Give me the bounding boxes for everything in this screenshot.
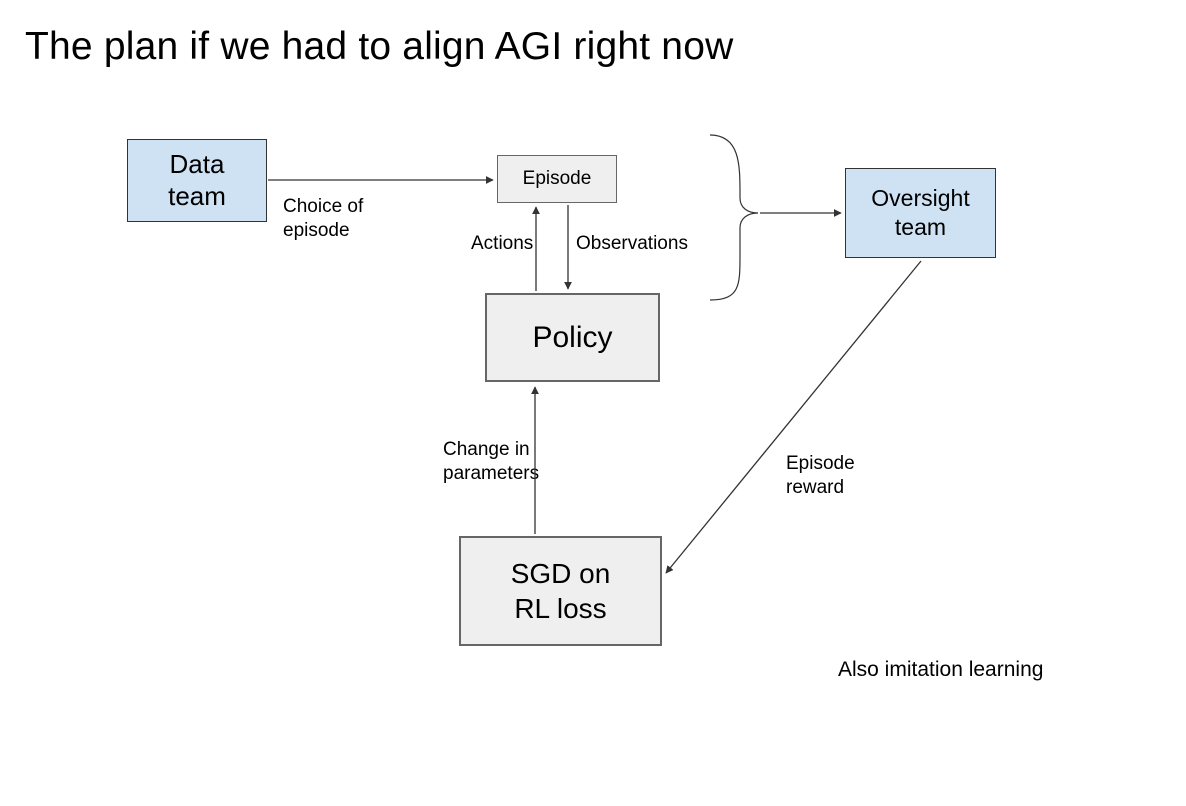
- box-data-team: Data team: [127, 139, 267, 222]
- footnote-imitation: Also imitation learning: [838, 658, 1043, 682]
- diagram-stage: The plan if we had to align AGI right no…: [0, 0, 1186, 806]
- slide-title: The plan if we had to align AGI right no…: [25, 25, 733, 69]
- label-actions: Actions: [471, 232, 533, 256]
- arrow-episode-reward: [666, 261, 921, 573]
- label-observations: Observations: [576, 232, 688, 256]
- box-oversight-team: Oversight team: [845, 168, 996, 258]
- box-data-team-label: Data team: [168, 149, 226, 211]
- label-episode-reward: Episode reward: [786, 452, 855, 500]
- box-episode-label: Episode: [523, 168, 592, 190]
- label-change-in-parameters: Change in parameters: [443, 438, 539, 486]
- brace-group: [710, 135, 758, 300]
- box-episode: Episode: [497, 155, 617, 203]
- box-policy: Policy: [485, 293, 660, 382]
- box-oversight-team-label: Oversight team: [871, 184, 969, 242]
- box-sgd: SGD on RL loss: [459, 536, 662, 646]
- box-policy-label: Policy: [532, 321, 612, 355]
- label-choice-of-episode: Choice of episode: [283, 195, 363, 243]
- connectors: [0, 0, 1186, 806]
- box-sgd-label: SGD on RL loss: [511, 556, 611, 626]
